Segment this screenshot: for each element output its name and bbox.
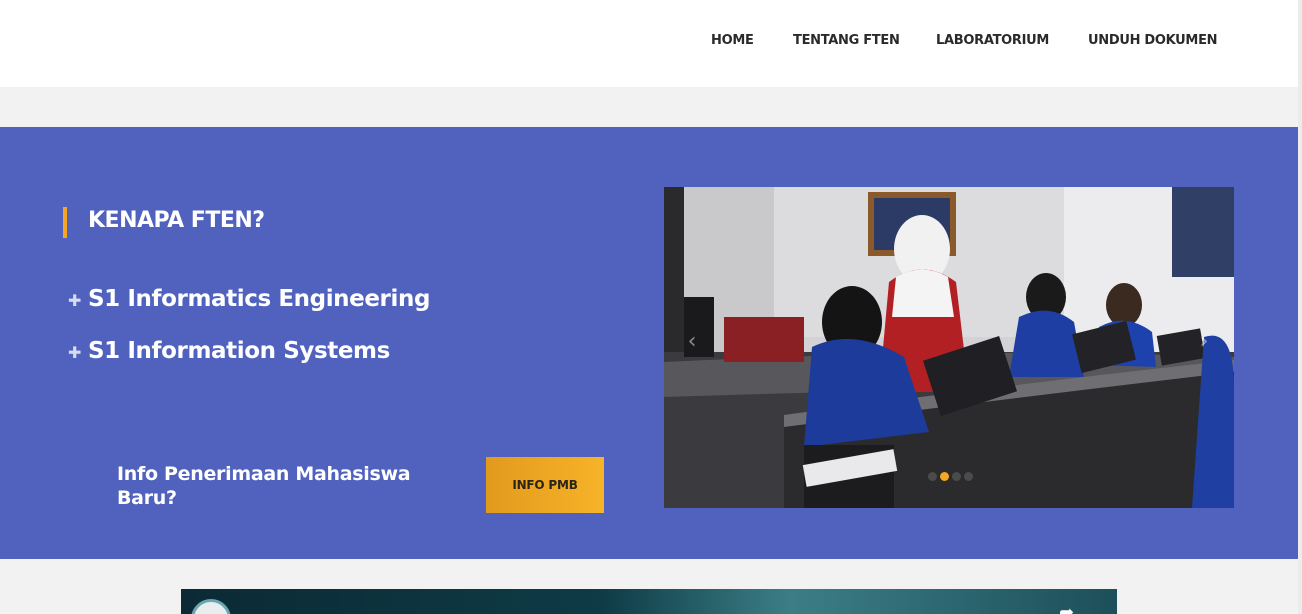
- nav-home[interactable]: HOME: [711, 33, 754, 48]
- why-ften-title: KENAPA FTEN?: [88, 208, 265, 233]
- program-label: S1 Information Systems: [88, 338, 390, 364]
- header-spacer: [0, 87, 1302, 127]
- share-icon[interactable]: ➦: [1059, 602, 1081, 614]
- classroom-photo: [664, 187, 1234, 508]
- site-header: HOME TENTANG FTEN LABORATORIUM UNDUH DOK…: [0, 0, 1302, 87]
- plus-icon: ✚: [68, 343, 82, 362]
- plus-icon: ✚: [68, 291, 82, 310]
- pmb-question-text: Info Penerimaan Mahasiswa Baru?: [117, 463, 411, 509]
- slider-dot-1[interactable]: [928, 472, 937, 481]
- slider-pagination: [928, 472, 978, 482]
- main-nav: HOME TENTANG FTEN LABORATORIUM UNDUH DOK…: [0, 33, 1302, 51]
- embedded-video[interactable]: ➦: [181, 589, 1117, 614]
- title-accent-bar: [63, 207, 67, 238]
- slider-dot-2[interactable]: [940, 472, 949, 481]
- scrollbar-track[interactable]: [1298, 0, 1302, 614]
- program-label: S1 Informatics Engineering: [88, 286, 431, 312]
- info-pmb-button[interactable]: INFO PMB: [486, 457, 604, 513]
- image-slider[interactable]: ‹ ›: [664, 187, 1234, 508]
- slider-dot-4[interactable]: [964, 472, 973, 481]
- slider-dot-3[interactable]: [952, 472, 961, 481]
- nav-tentang-ften[interactable]: TENTANG FTEN: [793, 33, 900, 48]
- nav-unduh-dokumen[interactable]: UNDUH DOKUMEN: [1088, 33, 1218, 48]
- slider-prev-arrow[interactable]: ‹: [682, 327, 702, 357]
- slider-next-arrow[interactable]: ›: [1194, 327, 1214, 357]
- channel-logo-icon: [191, 599, 231, 614]
- nav-laboratorium[interactable]: LABORATORIUM: [936, 33, 1049, 48]
